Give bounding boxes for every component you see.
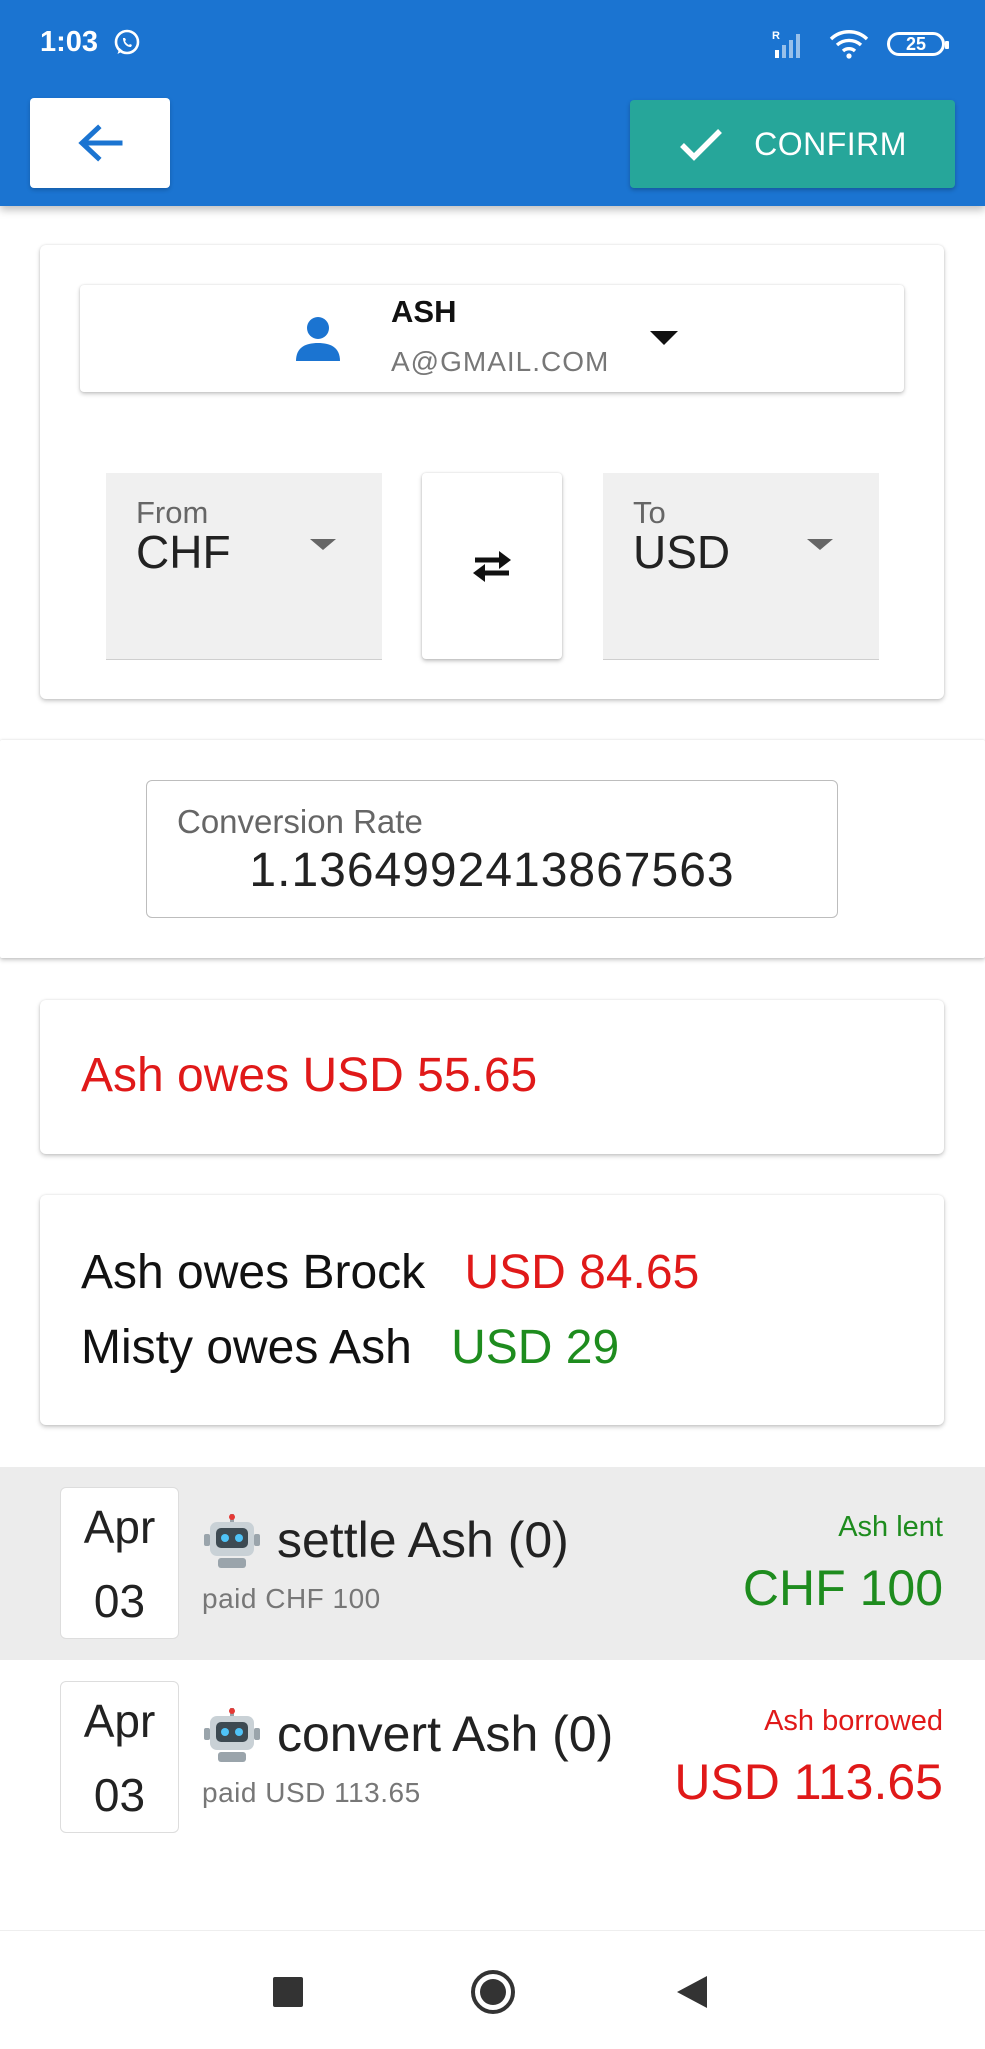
nav-back-icon[interactable] (675, 1974, 709, 2010)
transaction-kind: Ash lent (838, 1511, 943, 1543)
check-icon (680, 129, 723, 161)
balances-card (40, 1195, 944, 1425)
transaction-row[interactable]: Apr 03 settle Ash (0) paid CHF 100 Ash l… (0, 1467, 985, 1660)
balance-text: Misty owes Ash (81, 1321, 412, 1374)
status-icons: R 25 (771, 24, 949, 64)
from-value: CHF (136, 526, 231, 578)
battery-icon: 25 (887, 32, 949, 56)
user-email: A@GMAIL.COM (391, 346, 610, 377)
transaction-row[interactable]: Apr 03 convert Ash (0) paid USD 113.65 A… (0, 1661, 985, 1854)
swap-horiz-icon (473, 551, 511, 582)
transaction-amount: CHF 100 (742, 1560, 943, 1616)
total-owed-text: Ash owes USD 55.65 (81, 1049, 538, 1102)
svg-text:R: R (772, 30, 780, 42)
confirm-label: CONFIRM (754, 125, 907, 162)
transaction-title: settle Ash (0) (277, 1512, 569, 1568)
person-icon (296, 317, 340, 361)
date-box: Apr 03 (60, 1487, 179, 1639)
arrow-back-icon (78, 124, 123, 162)
from-currency-dropdown[interactable]: From CHF (106, 473, 382, 660)
chevron-down-icon (650, 331, 678, 345)
transaction-paid: paid CHF 100 (202, 1583, 381, 1614)
conversion-rate-label: Conversion Rate (177, 803, 423, 840)
conversion-rate-field[interactable]: Conversion Rate 1.1364992413867563 (146, 780, 838, 918)
transaction-kind: Ash borrowed (764, 1705, 943, 1737)
robot-icon (204, 1514, 260, 1568)
robot-icon (204, 1708, 260, 1762)
swap-currency-button[interactable] (422, 473, 562, 659)
nav-recents-icon[interactable] (272, 1976, 304, 2008)
date-day: 03 (93, 1769, 146, 1821)
status-time: 1:03 (40, 26, 99, 58)
battery-level: 25 (905, 33, 927, 54)
date-box: Apr 03 (60, 1681, 179, 1833)
balance-row: Misty owes Ash USD 29 (81, 1320, 619, 1375)
transaction-title: convert Ash (0) (277, 1706, 614, 1762)
whatsapp-icon (114, 29, 140, 55)
balance-amount: USD 29 (451, 1321, 620, 1374)
app-bar: 1:03 R 25 CONFIRM (0, 0, 985, 206)
balance-row: Ash owes Brock USD 84.65 (81, 1245, 699, 1300)
to-value: USD (633, 526, 731, 578)
date-month: Apr (83, 1501, 156, 1553)
confirm-button[interactable]: CONFIRM (630, 100, 955, 188)
date-day: 03 (93, 1575, 146, 1627)
dropdown-arrow-icon (807, 539, 833, 550)
wifi-icon (829, 30, 869, 59)
user-name: ASH (391, 294, 457, 329)
conversion-rate-value: 1.1364992413867563 (249, 844, 735, 897)
dropdown-arrow-icon (310, 539, 336, 550)
back-button[interactable] (30, 98, 170, 188)
date-month: Apr (83, 1695, 156, 1747)
to-currency-dropdown[interactable]: To USD (603, 473, 879, 660)
transaction-amount: USD 113.65 (674, 1754, 943, 1810)
system-nav-bar (0, 1930, 985, 2049)
transaction-paid: paid USD 113.65 (202, 1777, 421, 1808)
signal-icon: R (772, 30, 800, 58)
balance-amount: USD 84.65 (464, 1246, 700, 1299)
nav-home-icon[interactable] (469, 1968, 517, 2016)
balance-text: Ash owes Brock (81, 1246, 426, 1299)
